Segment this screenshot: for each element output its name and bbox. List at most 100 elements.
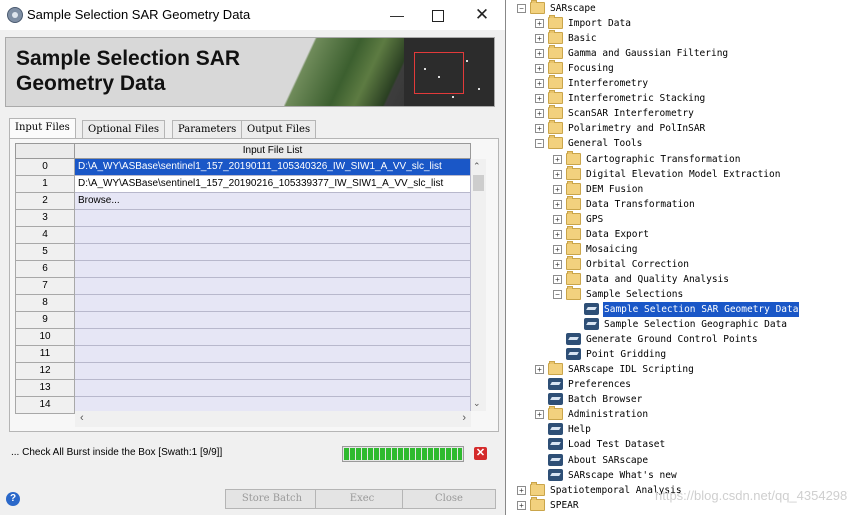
minimize-button[interactable]: —: [380, 0, 414, 30]
table-row[interactable]: 11: [15, 346, 471, 363]
folder-icon: [548, 45, 563, 60]
file-path-cell[interactable]: D:\A_WY\ASBase\sentinel1_157_20190216_10…: [75, 176, 471, 193]
tree-item-label: SARscape What's new: [568, 469, 677, 481]
table-row[interactable]: 0 D:\A_WY\ASBase\sentinel1_157_20190111_1…: [15, 159, 471, 176]
expand-icon[interactable]: +: [535, 109, 544, 119]
expand-icon[interactable]: +: [553, 169, 562, 179]
expand-icon[interactable]: +: [535, 64, 544, 74]
tree-item-label: Sample Selections: [586, 288, 684, 300]
folder-icon: [548, 75, 563, 90]
table-horizontal-scrollbar[interactable]: ‹ ›: [75, 411, 471, 427]
tab-optional-files[interactable]: Optional Files: [82, 120, 166, 138]
table-row[interactable]: 3: [15, 210, 471, 227]
table-row[interactable]: 10: [15, 329, 471, 346]
table-row[interactable]: 5: [15, 244, 471, 261]
scroll-thumb[interactable]: [473, 175, 484, 191]
tree-item-label: Focusing: [568, 63, 614, 75]
expand-icon[interactable]: +: [553, 244, 562, 254]
expand-icon[interactable]: +: [535, 410, 544, 420]
table-row[interactable]: 4: [15, 227, 471, 244]
tree-item-label: SPEAR: [550, 499, 579, 511]
folder-icon: [548, 60, 563, 75]
progress-bar: [342, 446, 464, 462]
row-number: 4: [15, 227, 75, 244]
scroll-up-icon[interactable]: ⌃: [473, 161, 481, 172]
file-path-cell[interactable]: [75, 380, 471, 397]
browse-cell[interactable]: Browse...: [75, 193, 471, 210]
folder-icon: [566, 270, 581, 285]
tab-input-files[interactable]: Input Files: [9, 118, 76, 139]
banner-title: Sample Selection SAR Geometry Data: [16, 47, 241, 95]
close-window-button[interactable]: ✕: [465, 0, 499, 30]
expand-icon[interactable]: +: [535, 79, 544, 89]
file-path-cell[interactable]: [75, 363, 471, 380]
expand-icon[interactable]: +: [535, 94, 544, 104]
maximize-button[interactable]: [421, 0, 455, 30]
file-path-cell[interactable]: [75, 210, 471, 227]
scroll-left-icon[interactable]: ‹: [80, 412, 84, 424]
table-row[interactable]: 8: [15, 295, 471, 312]
folder-icon: [548, 90, 563, 105]
scroll-down-icon[interactable]: ⌄: [473, 398, 481, 409]
file-path-cell[interactable]: [75, 295, 471, 312]
expand-icon[interactable]: +: [535, 365, 544, 375]
table-row[interactable]: 6: [15, 261, 471, 278]
file-path-cell[interactable]: [75, 346, 471, 363]
exec-button[interactable]: Exec: [315, 489, 409, 509]
table-row[interactable]: 1 D:\A_WY\ASBase\sentinel1_157_20190216_1…: [15, 176, 471, 193]
expand-icon[interactable]: +: [553, 154, 562, 164]
row-number: 14: [15, 397, 75, 414]
collapse-icon[interactable]: −: [535, 139, 544, 149]
table-row[interactable]: 7: [15, 278, 471, 295]
file-path-cell[interactable]: [75, 244, 471, 261]
table-row[interactable]: 12: [15, 363, 471, 380]
row-number: 12: [15, 363, 75, 380]
file-path-cell[interactable]: [75, 261, 471, 278]
radar-speckle: [424, 68, 426, 70]
collapse-icon[interactable]: −: [553, 289, 562, 299]
table-corner: [15, 143, 75, 159]
expand-icon[interactable]: +: [553, 199, 562, 209]
collapse-icon[interactable]: −: [517, 4, 526, 13]
close-button[interactable]: Close: [402, 489, 496, 509]
table-row[interactable]: 9: [15, 312, 471, 329]
title-bar[interactable]: Sample Selection SAR Geometry Data — ✕: [0, 0, 505, 30]
column-header[interactable]: Input File List: [75, 143, 471, 159]
table-row[interactable]: 2 Browse...: [15, 193, 471, 210]
expand-icon[interactable]: +: [535, 124, 544, 134]
table-row[interactable]: 13: [15, 380, 471, 397]
radar-speckle: [452, 96, 454, 98]
expand-icon[interactable]: +: [517, 500, 526, 510]
file-path-cell[interactable]: [75, 312, 471, 329]
tree-item-label: Preferences: [568, 379, 631, 391]
tree-item-label: Generate Ground Control Points: [586, 334, 758, 346]
file-path-cell[interactable]: [75, 227, 471, 244]
scroll-right-icon[interactable]: ›: [462, 412, 466, 424]
row-number: 9: [15, 312, 75, 329]
stop-icon[interactable]: ✕: [474, 447, 487, 460]
expand-icon[interactable]: +: [553, 214, 562, 224]
expand-icon[interactable]: +: [535, 34, 544, 44]
input-file-table: Input File List 0 D:\A_WY\ASBase\sentinel…: [15, 143, 471, 414]
expand-icon[interactable]: +: [535, 19, 544, 29]
tab-parameters[interactable]: Parameters: [172, 120, 243, 138]
expand-icon[interactable]: +: [553, 259, 562, 269]
tree-item-label: Administration: [568, 409, 649, 421]
store-batch-button[interactable]: Store Batch: [225, 489, 319, 509]
expand-icon[interactable]: +: [517, 485, 526, 495]
expand-icon[interactable]: +: [535, 49, 544, 59]
file-path-cell[interactable]: D:\A_WY\ASBase\sentinel1_157_20190111_10…: [75, 159, 471, 176]
sarscape-tool-icon: [566, 333, 581, 346]
tab-output-files[interactable]: Output Files: [241, 120, 317, 138]
file-path-cell[interactable]: [75, 278, 471, 295]
maximize-icon: [432, 10, 444, 23]
radar-speckle: [438, 76, 440, 78]
expand-icon[interactable]: +: [553, 184, 562, 194]
expand-icon[interactable]: +: [553, 274, 562, 284]
row-number: 5: [15, 244, 75, 261]
row-number: 1: [15, 176, 75, 193]
expand-icon[interactable]: +: [553, 229, 562, 239]
table-vertical-scrollbar[interactable]: ⌃ ⌄: [471, 159, 486, 411]
file-path-cell[interactable]: [75, 329, 471, 346]
help-icon[interactable]: ?: [6, 492, 20, 506]
